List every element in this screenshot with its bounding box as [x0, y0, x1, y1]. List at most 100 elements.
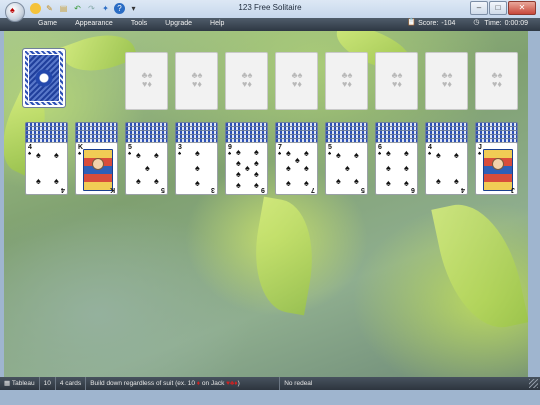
- menu-upgrade[interactable]: Upgrade: [165, 19, 200, 27]
- tableau-column[interactable]: 5 ♠ ♠ ♠ ♠ ♠ ♠ 5: [125, 122, 168, 212]
- spade-pip-icon: ♠: [195, 163, 200, 173]
- score-label: Score:: [418, 19, 439, 27]
- card-rank: 6: [378, 144, 382, 151]
- spade-icon: ♠: [328, 151, 332, 157]
- court-face: [492, 158, 504, 170]
- spade-pip-icon: ♠: [236, 169, 241, 179]
- spade-pip-icon: ♠: [386, 148, 391, 158]
- spade-icon: ♠: [478, 151, 482, 157]
- card-rank: 5: [328, 144, 332, 151]
- face-up-card[interactable]: J ♠ J: [475, 142, 518, 195]
- card-rank-bottom: 5: [161, 186, 165, 193]
- face-up-card[interactable]: 4 ♠ ♠ ♠ ♠ ♠ 4: [25, 142, 68, 195]
- foundation-pile[interactable]: ♣♠ ♥♦: [275, 52, 318, 110]
- spade-pip-icon: ♠: [54, 150, 59, 160]
- foundation-pile[interactable]: ♣♠ ♥♦: [375, 52, 418, 110]
- spade-pip-icon: ♠: [404, 163, 409, 173]
- spade-pip-icon: ♠: [136, 150, 141, 160]
- tableau-column[interactable]: J ♠ J: [475, 122, 518, 212]
- spade-icon: ♠: [228, 151, 232, 157]
- spade-logo-icon: ♠: [10, 5, 15, 15]
- spade-pip-icon: ♠: [304, 178, 309, 188]
- spade-pip-icon: ♠: [36, 150, 41, 160]
- status-area: ▦ Tableau: [0, 377, 40, 390]
- foundation-pile[interactable]: ♣♠ ♥♦: [425, 52, 468, 110]
- menu-tools[interactable]: Tools: [131, 19, 155, 27]
- spade-pip-icon: ♠: [154, 176, 159, 186]
- status-bar: ▦ Tableau 10 4 cards Build down regardle…: [0, 377, 540, 390]
- face-up-card[interactable]: 3 ♠ ♠ ♠ ♠ 3: [175, 142, 218, 195]
- maximize-button[interactable]: □: [489, 1, 507, 15]
- spade-pip-icon: ♠: [236, 147, 241, 157]
- tableau-column[interactable]: 4 ♠ ♠ ♠ ♠ ♠ 4: [25, 122, 68, 212]
- face-up-card[interactable]: 6 ♠ ♠ ♠ ♠ ♠ ♠ ♠ 6: [375, 142, 418, 195]
- spade-pip-icon: ♠: [336, 176, 341, 186]
- menu-appearance[interactable]: Appearance: [75, 19, 121, 27]
- card-rank: 9: [228, 144, 232, 151]
- spade-pip-icon: ♠: [254, 158, 259, 168]
- foundation-pile[interactable]: ♣♠ ♥♦: [475, 52, 518, 110]
- window-controls: – □ ✕: [470, 1, 536, 15]
- spade-icon: ♠: [178, 151, 182, 157]
- spade-pip-icon: ♠: [254, 169, 259, 179]
- card-rank-bottom: 9: [261, 186, 265, 193]
- face-up-card[interactable]: 7 ♠ ♠ ♠ ♠ ♠ ♠ ♠ ♠ 7: [275, 142, 318, 195]
- foundation-suits: ♣♠ ♥♦: [441, 70, 453, 89]
- tableau-column[interactable]: 4 ♠ ♠ ♠ ♠ ♠ 4: [425, 122, 468, 212]
- tableau-column[interactable]: 3 ♠ ♠ ♠ ♠ 3: [175, 122, 218, 212]
- foundation-suits: ♣♠ ♥♦: [241, 70, 253, 89]
- clock-icon: ◷: [473, 19, 480, 26]
- foundation-pile[interactable]: ♣♠ ♥♦: [125, 52, 168, 110]
- spade-icon: ♠: [128, 151, 132, 157]
- face-up-card[interactable]: K ♠ K: [75, 142, 118, 195]
- diamond-icon: ♦: [196, 380, 201, 387]
- foundation-pile[interactable]: ♣♠ ♥♦: [175, 52, 218, 110]
- foundation-suits: ♣♠ ♥♦: [291, 70, 303, 89]
- tableau-column[interactable]: 5 ♠ ♠ ♠ ♠ ♠ ♠ 5: [325, 122, 368, 212]
- spade-pip-icon: ♠: [345, 163, 350, 173]
- court-face: [92, 158, 104, 170]
- spade-pip-icon: ♠: [254, 147, 259, 157]
- card-rank-bottom: J: [511, 186, 515, 193]
- spade-icon: ♠: [378, 151, 382, 157]
- menu-game[interactable]: Game: [38, 19, 65, 27]
- spade-pip-icon: ♠: [454, 176, 459, 186]
- tableau-column[interactable]: K ♠ K: [75, 122, 118, 212]
- spade-pip-icon: ♠: [386, 163, 391, 173]
- face-up-card[interactable]: 9 ♠ ♠ ♠ ♠ ♠ ♠ ♠ ♠ ♠ ♠ 9: [225, 142, 268, 195]
- close-button[interactable]: ✕: [508, 1, 536, 15]
- card-rank: J: [478, 144, 482, 151]
- card-rank-bottom: 7: [311, 186, 315, 193]
- face-up-card[interactable]: 4 ♠ ♠ ♠ ♠ ♠ 4: [425, 142, 468, 195]
- spade-pip-icon: ♠: [404, 148, 409, 158]
- spade-pip-icon: ♠: [145, 163, 150, 173]
- resize-grip[interactable]: [529, 379, 538, 388]
- title-bar: ♠ ✎ ▤ ↶ ↷ ✦ ? ▾ 123 Free Solitaire – □ ✕: [0, 0, 540, 22]
- foundation-pile[interactable]: ♣♠ ♥♦: [325, 52, 368, 110]
- status-rule: Build down regardless of suit (ex. 10 ♦ …: [86, 377, 281, 390]
- card-rank-bottom: K: [109, 186, 115, 193]
- tableau-column[interactable]: 6 ♠ ♠ ♠ ♠ ♠ ♠ ♠ 6: [375, 122, 418, 212]
- face-up-card[interactable]: 5 ♠ ♠ ♠ ♠ ♠ ♠ 5: [125, 142, 168, 195]
- spade-pip-icon: ♠: [386, 178, 391, 188]
- face-up-card[interactable]: 5 ♠ ♠ ♠ ♠ ♠ ♠ 5: [325, 142, 368, 195]
- spade-icon: ♠: [278, 151, 282, 157]
- status-cards: 4 cards: [56, 377, 87, 390]
- card-rank-bottom: 5: [361, 186, 365, 193]
- menu-help[interactable]: Help: [210, 19, 232, 27]
- spade-pip-icon: ♠: [36, 176, 41, 186]
- card-rank: 5: [128, 144, 132, 151]
- minimize-button[interactable]: –: [470, 1, 488, 15]
- spade-pip-icon: ♠: [286, 178, 291, 188]
- card-rank-bottom: 4: [61, 186, 65, 193]
- score-icon: 📋: [407, 19, 416, 26]
- stock-pile[interactable]: [22, 48, 66, 108]
- spade-icon: ♠: [28, 151, 32, 157]
- app-menu-button[interactable]: ♠: [5, 2, 25, 22]
- game-stats: 📋 Score: -104 ◷ Time: 0:00:09: [407, 19, 528, 27]
- tableau-column[interactable]: 9 ♠ ♠ ♠ ♠ ♠ ♠ ♠ ♠ ♠ ♠ 9: [225, 122, 268, 212]
- spade-pip-icon: ♠: [436, 150, 441, 160]
- foundation-pile[interactable]: ♣♠ ♥♦: [225, 52, 268, 110]
- tableau-column[interactable]: 7 ♠ ♠ ♠ ♠ ♠ ♠ ♠ ♠ 7: [275, 122, 318, 212]
- spade-pip-icon: ♠: [295, 155, 300, 165]
